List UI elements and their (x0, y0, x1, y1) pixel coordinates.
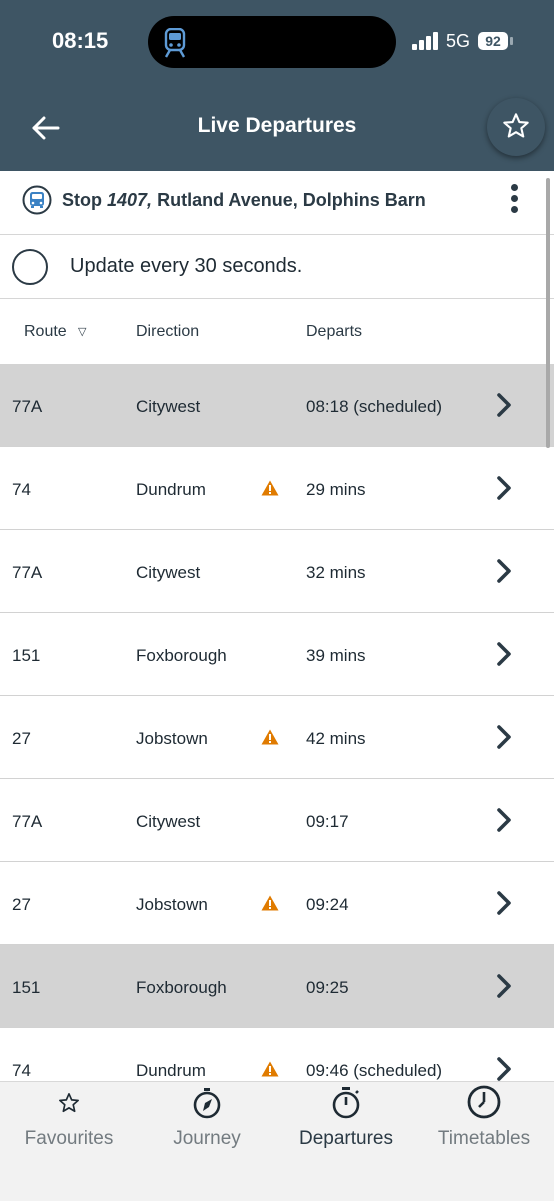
departure-row[interactable]: 77A Citywest 08:18 (scheduled) (0, 364, 554, 447)
departure-row[interactable]: 151 Foxborough 09:25 (0, 945, 554, 1028)
tab-label: Timetables (437, 1128, 531, 1149)
direction-label: Dundrum (136, 1061, 206, 1080)
stop-name: Rutland Avenue, Dolphins Barn (157, 190, 426, 210)
route-number: 74 (12, 480, 31, 499)
tab-departures[interactable]: Departures (277, 1082, 415, 1162)
bottom-tab-bar: Favourites Journey Departures Timetables (0, 1081, 554, 1201)
column-direction: Direction (136, 323, 200, 340)
chevron-right-icon[interactable] (494, 724, 514, 750)
route-number: 77A (12, 563, 43, 582)
route-number: 151 (12, 978, 41, 997)
chevron-right-icon[interactable] (494, 973, 514, 999)
column-departs: Departs (306, 323, 363, 340)
direction-label: Citywest (136, 563, 201, 582)
warning-icon[interactable] (261, 729, 279, 745)
chevron-right-icon[interactable] (494, 1056, 514, 1082)
battery-icon: 92 (478, 32, 508, 50)
direction-label: Jobstown (136, 895, 208, 914)
chevron-right-icon[interactable] (494, 641, 514, 667)
dynamic-island (148, 16, 396, 68)
star-outline-icon (503, 113, 529, 138)
network-type: 5G (446, 31, 471, 51)
sort-filter-icon[interactable]: ▽ (78, 325, 86, 338)
departure-time: 39 mins (306, 646, 366, 665)
warning-icon[interactable] (261, 480, 279, 496)
warning-icon[interactable] (261, 895, 279, 911)
direction-label: Foxborough (136, 646, 227, 665)
auto-update-label: Update every 30 seconds. (70, 255, 303, 277)
direction-label: Foxborough (136, 978, 227, 997)
route-number: 27 (12, 895, 31, 914)
favourite-button[interactable] (487, 98, 545, 156)
app-header: 08:15 5G 92 Live Departures (0, 0, 554, 171)
departure-row[interactable]: 27 Jobstown 42 mins (0, 696, 554, 779)
tab-label: Journey (173, 1128, 241, 1149)
train-icon (164, 28, 186, 58)
departure-time: 32 mins (306, 563, 366, 582)
tab-label: Favourites (24, 1128, 114, 1149)
status-time: 08:15 (52, 28, 109, 53)
battery-nub (510, 37, 513, 45)
departure-time: 09:46 (scheduled) (306, 1061, 443, 1080)
chevron-right-icon[interactable] (494, 475, 514, 501)
departures-list: 77A Citywest 08:18 (scheduled) 74 Dundrum 29 … (0, 364, 554, 1111)
departure-time: 08:18 (scheduled) (306, 397, 443, 416)
direction-label: Citywest (136, 397, 201, 416)
direction-label: Jobstown (136, 729, 208, 748)
departure-row[interactable]: 77A Citywest 32 mins (0, 530, 554, 613)
more-options-icon[interactable] (506, 184, 522, 218)
departure-time: 09:24 (306, 895, 349, 914)
table-header: Route ▽ Direction Departs (0, 299, 554, 364)
route-number: 77A (12, 397, 43, 416)
departure-time: 09:17 (306, 812, 349, 831)
stop-number: 1407, (107, 190, 153, 210)
departure-row[interactable]: 151 Foxborough 39 mins (0, 613, 554, 696)
signal-icon (412, 32, 438, 50)
direction-label: Dundrum (136, 480, 206, 499)
stop-title: Stop 1407, Rutland Avenue, Dolphins Barn (62, 190, 426, 211)
auto-update-radio[interactable] (12, 249, 48, 285)
scrollbar-thumb[interactable] (546, 178, 550, 448)
column-route[interactable]: Route (24, 323, 67, 341)
departure-time: 09:25 (306, 978, 349, 997)
departure-row[interactable]: 27 Jobstown 09:24 (0, 862, 554, 945)
stop-prefix: Stop (62, 190, 102, 210)
chevron-right-icon[interactable] (494, 558, 514, 584)
auto-update-row[interactable]: Update every 30 seconds. (0, 235, 554, 299)
route-number: 151 (12, 646, 41, 665)
tab-label: Departures (299, 1128, 393, 1149)
bus-icon (22, 185, 52, 215)
departure-time: 42 mins (306, 729, 366, 748)
stop-info-bar: Stop 1407, Rutland Avenue, Dolphins Barn (0, 171, 554, 235)
departure-row[interactable]: 77A Citywest 09:17 (0, 779, 554, 862)
departure-time: 29 mins (306, 480, 366, 499)
route-number: 77A (12, 812, 43, 831)
tab-favourites[interactable]: Favourites (0, 1082, 138, 1162)
page-title: Live Departures (197, 114, 357, 137)
chevron-right-icon[interactable] (494, 890, 514, 916)
route-number: 74 (12, 1061, 31, 1080)
route-number: 27 (12, 729, 31, 748)
tab-journey[interactable]: Journey (138, 1082, 276, 1162)
warning-icon[interactable] (261, 1061, 279, 1077)
departure-row[interactable]: 74 Dundrum 29 mins (0, 447, 554, 530)
chevron-right-icon[interactable] (494, 392, 514, 418)
direction-label: Citywest (136, 812, 201, 831)
tab-timetables[interactable]: Timetables (415, 1082, 553, 1162)
chevron-right-icon[interactable] (494, 807, 514, 833)
